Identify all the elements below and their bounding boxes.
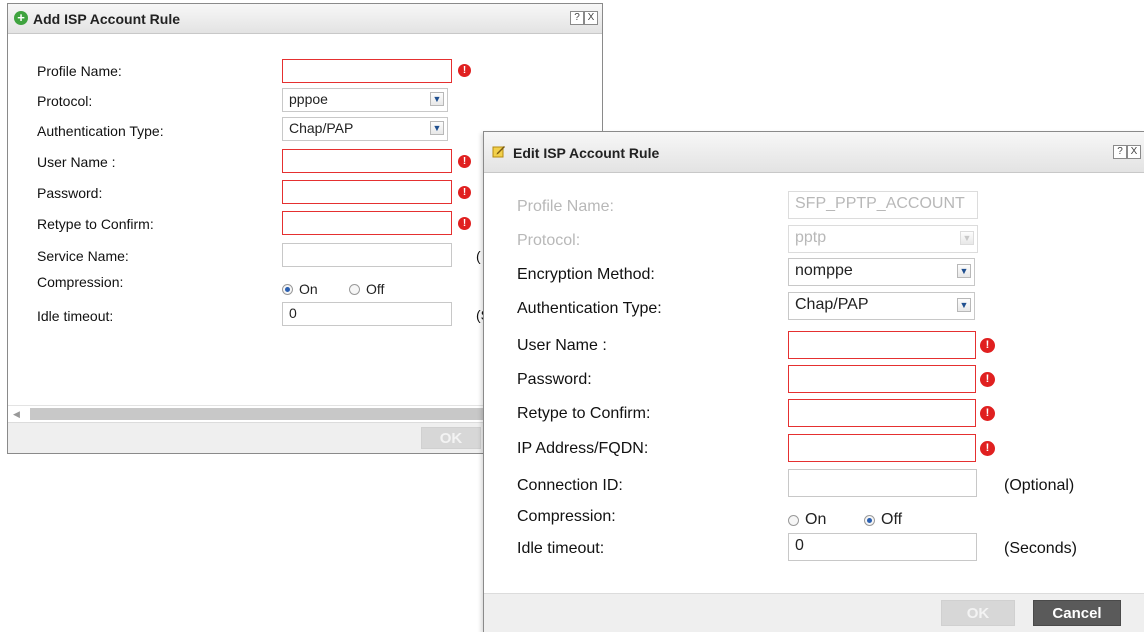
- compression-label: Compression:: [37, 274, 124, 290]
- chevron-down-icon[interactable]: ▼: [957, 298, 971, 312]
- help-icon[interactable]: ?: [570, 11, 584, 25]
- compression-off-label: Off: [881, 511, 903, 528]
- warning-icon: !: [458, 186, 471, 199]
- edit-dialog-footer: OK Cancel: [484, 593, 1144, 632]
- profile-name-input[interactable]: [282, 59, 452, 83]
- close-icon[interactable]: X: [584, 11, 598, 25]
- chevron-down-icon[interactable]: ▼: [430, 92, 444, 106]
- encryption-method-select-value: nomppe: [795, 262, 853, 279]
- radio-unselected-icon: [788, 514, 799, 526]
- cancel-button[interactable]: Cancel: [1033, 600, 1121, 626]
- auth-type-label: Authentication Type:: [517, 300, 662, 317]
- profile-name-input: SFP_PPTP_ACCOUNT: [788, 191, 978, 219]
- auth-type-select-value: Chap/PAP: [795, 296, 869, 313]
- service-name-input[interactable]: [282, 243, 452, 267]
- protocol-label: Protocol:: [517, 232, 581, 249]
- close-icon[interactable]: X: [1127, 145, 1141, 159]
- compression-on-label: On: [299, 281, 318, 297]
- add-icon: +: [14, 11, 28, 25]
- user-name-input[interactable]: [788, 331, 976, 359]
- seconds-note: (Seconds): [1004, 540, 1077, 557]
- compression-off-radio[interactable]: Off: [349, 281, 384, 297]
- protocol-select[interactable]: pppoe ▼: [282, 88, 448, 112]
- add-dialog-title: Add ISP Account Rule: [33, 11, 181, 27]
- protocol-select-value: pppoe: [289, 91, 328, 107]
- connection-id-label: Connection ID:: [517, 477, 623, 494]
- retype-password-input[interactable]: [788, 399, 976, 427]
- chevron-down-icon[interactable]: ▼: [957, 264, 971, 278]
- user-name-input[interactable]: [282, 149, 452, 173]
- scroll-left-icon[interactable]: ◀: [13, 409, 20, 420]
- compression-on-radio[interactable]: On: [788, 511, 826, 529]
- ip-address-input[interactable]: [788, 434, 976, 462]
- password-input[interactable]: [282, 180, 452, 204]
- warning-icon: !: [458, 155, 471, 168]
- compression-off-radio[interactable]: Off: [864, 511, 902, 529]
- ok-button[interactable]: OK: [941, 600, 1015, 626]
- help-icon[interactable]: ?: [1113, 145, 1127, 159]
- radio-unselected-icon: [349, 283, 360, 295]
- compression-on-radio[interactable]: On: [282, 281, 318, 297]
- connection-id-input[interactable]: [788, 469, 977, 497]
- auth-type-label: Authentication Type:: [37, 123, 164, 139]
- compression-on-label: On: [805, 511, 827, 528]
- protocol-select-value: pptp: [795, 229, 827, 246]
- retype-label: Retype to Confirm:: [517, 405, 651, 422]
- warning-icon: !: [458, 64, 471, 77]
- auth-type-select-value: Chap/PAP: [289, 120, 354, 136]
- auth-type-select[interactable]: Chap/PAP ▼: [282, 117, 448, 141]
- edit-isp-account-dialog: Edit ISP Account Rule ? X Profile Name: …: [483, 131, 1144, 632]
- idle-timeout-label: Idle timeout:: [37, 308, 114, 324]
- idle-timeout-input[interactable]: 0: [282, 302, 452, 326]
- warning-icon: !: [458, 217, 471, 230]
- service-name-note: (: [476, 248, 481, 264]
- ip-address-label: IP Address/FQDN:: [517, 440, 649, 457]
- retype-password-input[interactable]: [282, 211, 452, 235]
- encryption-method-label: Encryption Method:: [517, 266, 655, 283]
- warning-icon: !: [980, 406, 995, 421]
- edit-dialog-title: Edit ISP Account Rule: [513, 145, 660, 161]
- radio-selected-icon: [282, 283, 293, 295]
- service-name-label: Service Name:: [37, 248, 129, 264]
- password-label: Password:: [517, 371, 592, 388]
- edit-dialog-titlebar: Edit ISP Account Rule ? X: [484, 132, 1144, 173]
- compression-label: Compression:: [517, 508, 616, 525]
- password-label: Password:: [37, 185, 103, 201]
- retype-label: Retype to Confirm:: [37, 216, 154, 232]
- add-dialog-titlebar: + Add ISP Account Rule ? X: [8, 4, 602, 34]
- warning-icon: !: [980, 372, 995, 387]
- password-input[interactable]: [788, 365, 976, 393]
- profile-name-label: Profile Name:: [37, 63, 122, 79]
- warning-icon: !: [980, 441, 995, 456]
- edit-icon: [492, 146, 505, 158]
- idle-timeout-input[interactable]: 0: [788, 533, 977, 561]
- user-name-label: User Name :: [517, 337, 607, 354]
- protocol-label: Protocol:: [37, 93, 93, 109]
- user-name-label: User Name :: [37, 154, 116, 170]
- compression-off-label: Off: [366, 281, 385, 297]
- auth-type-select[interactable]: Chap/PAP ▼: [788, 292, 975, 320]
- chevron-down-icon: ▼: [960, 231, 974, 245]
- chevron-down-icon[interactable]: ▼: [430, 121, 444, 135]
- optional-note: (Optional): [1004, 477, 1075, 494]
- profile-name-label: Profile Name:: [517, 198, 614, 215]
- protocol-select: pptp ▼: [788, 225, 978, 253]
- encryption-method-select[interactable]: nomppe ▼: [788, 258, 975, 286]
- warning-icon: !: [980, 338, 995, 353]
- ok-button[interactable]: OK: [421, 427, 481, 449]
- radio-selected-icon: [864, 514, 875, 526]
- idle-timeout-label: Idle timeout:: [517, 540, 605, 557]
